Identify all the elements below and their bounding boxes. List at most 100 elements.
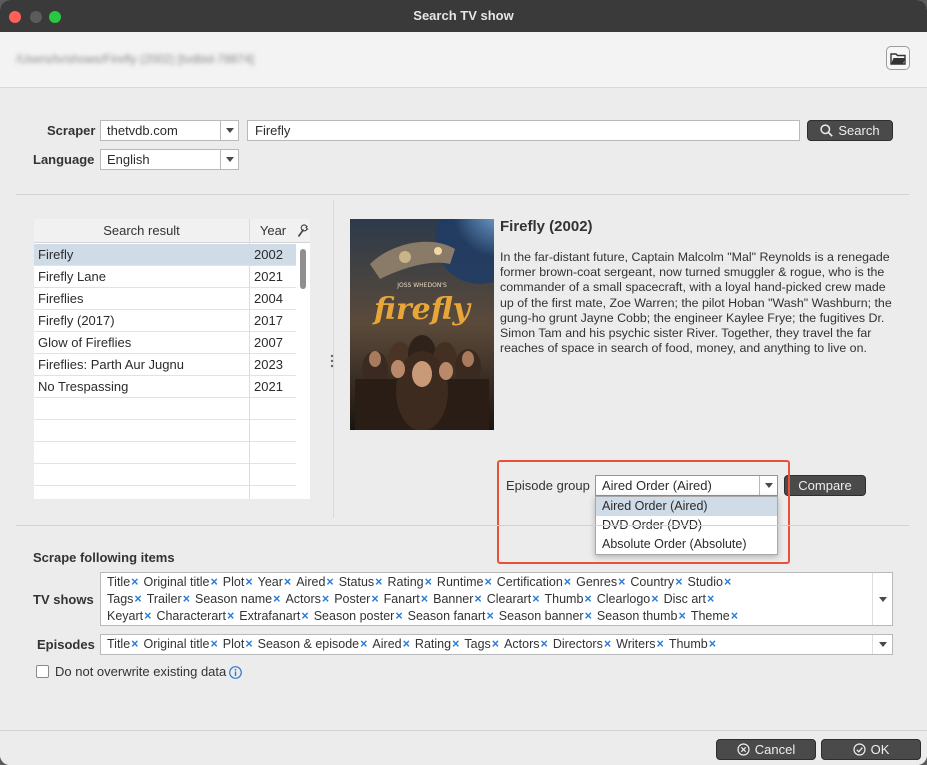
remove-tag-icon[interactable]: × [731,609,738,623]
result-year: 2021 [254,379,283,394]
remove-tag-icon[interactable]: × [322,592,329,606]
tag-label: Disc art [663,592,706,606]
tag-label: Extrafanart [239,609,301,623]
remove-tag-icon[interactable]: × [707,592,714,606]
remove-tag-icon[interactable]: × [134,592,141,606]
remove-tag-icon[interactable]: × [584,592,591,606]
result-name: No Trespassing [38,379,129,394]
remove-tag-icon[interactable]: × [604,637,611,651]
remove-tag-icon[interactable]: × [452,637,459,651]
remove-tag-icon[interactable]: × [395,609,402,623]
tag-label: Certification [496,575,563,589]
result-row[interactable]: Fireflies 2004 [34,288,296,310]
tag-label: Clearart [486,592,532,606]
split-handle[interactable] [330,354,334,368]
remove-tag-icon[interactable]: × [371,592,378,606]
divider [16,194,909,195]
tag-label: Season & episode [257,637,360,651]
remove-tag-icon[interactable]: × [183,592,190,606]
close-window-button[interactable] [9,11,21,23]
empty-row [34,442,296,464]
scrollbar-thumb[interactable] [300,249,306,289]
remove-tag-icon[interactable]: × [131,575,138,589]
result-row[interactable]: Fireflies: Parth Aur Jugnu 2023 [34,354,296,376]
scrape-item-tag: Tags× [107,592,142,606]
empty-row [34,420,296,442]
remove-tag-icon[interactable]: × [210,575,217,589]
remove-tag-icon[interactable]: × [651,592,658,606]
tag-label: Title [107,575,131,589]
compare-button-label: Compare [798,478,852,493]
remove-tag-icon[interactable]: × [724,575,731,589]
tag-line: Keyart× Characterart× Extrafanart× Season p… [107,608,870,625]
result-row[interactable]: No Trespassing 2021 [34,376,296,398]
remove-tag-icon[interactable]: × [326,575,333,589]
tag-label: Plot [222,637,245,651]
remove-tag-icon[interactable]: × [564,575,571,589]
search-button[interactable]: Search [807,120,893,141]
remove-tag-icon[interactable]: × [486,609,493,623]
remove-tag-icon[interactable]: × [709,637,716,651]
result-row[interactable]: Glow of Fireflies 2007 [34,332,296,354]
remove-tag-icon[interactable]: × [679,609,686,623]
scrape-item-tag: Fanart× [384,592,428,606]
language-select[interactable]: English [100,149,239,170]
remove-tag-icon[interactable]: × [657,637,664,651]
remove-tag-icon[interactable]: × [425,575,432,589]
overwrite-checkbox[interactable] [36,665,49,678]
scraper-select[interactable]: thetvdb.com [100,120,239,141]
search-input[interactable]: Firefly [247,120,800,141]
remove-tag-icon[interactable]: × [273,592,280,606]
column-header-year[interactable]: Year [250,219,296,243]
check-icon [852,743,866,756]
remove-tag-icon[interactable]: × [227,609,234,623]
minimize-window-button[interactable] [30,11,42,23]
remove-tag-icon[interactable]: × [210,637,217,651]
remove-tag-icon[interactable]: × [144,609,151,623]
maximize-window-button[interactable] [49,11,61,23]
scrape-item-tag: Aired× [296,575,334,589]
remove-tag-icon[interactable]: × [421,592,428,606]
result-row[interactable]: Firefly Lane 2021 [34,266,296,288]
remove-tag-icon[interactable]: × [131,637,138,651]
scrape-item-tag: Studio× [688,575,732,589]
chevron-down-icon [220,121,238,140]
ok-button[interactable]: OK [821,739,921,760]
remove-tag-icon[interactable]: × [675,575,682,589]
scrape-item-tag: Runtime× [437,575,492,589]
scrape-item-tag: Actors× [285,592,329,606]
remove-tag-icon[interactable]: × [375,575,382,589]
empty-row [34,464,296,486]
result-name: Firefly (2017) [38,313,115,328]
remove-tag-icon[interactable]: × [245,575,252,589]
column-settings-button[interactable] [296,219,310,243]
scrape-item-tag: Characterart× [156,609,234,623]
remove-tag-icon[interactable]: × [360,637,367,651]
result-row[interactable]: Firefly 2002 [34,244,296,266]
info-icon[interactable] [229,666,242,679]
remove-tag-icon[interactable]: × [301,609,308,623]
remove-tag-icon[interactable]: × [484,575,491,589]
cancel-button[interactable]: Cancel [716,739,816,760]
compare-button[interactable]: Compare [784,475,866,496]
chevron-down-icon[interactable] [872,635,892,654]
open-folder-button[interactable] [886,46,910,70]
remove-tag-icon[interactable]: × [474,592,481,606]
remove-tag-icon[interactable]: × [284,575,291,589]
remove-tag-icon[interactable]: × [403,637,410,651]
column-header-result[interactable]: Search result [34,219,249,243]
remove-tag-icon[interactable]: × [541,637,548,651]
tag-label: Trailer [146,592,182,606]
tag-label: Season thumb [596,609,678,623]
remove-tag-icon[interactable]: × [492,637,499,651]
chevron-down-icon[interactable] [872,573,892,625]
remove-tag-icon[interactable]: × [532,592,539,606]
remove-tag-icon[interactable]: × [618,575,625,589]
remove-tag-icon[interactable]: × [245,637,252,651]
episodes-items[interactable]: Title× Original title× Plot× Season & episo… [100,634,893,655]
result-row[interactable]: Firefly (2017) 2017 [34,310,296,332]
tv-shows-items[interactable]: Title× Original title× Plot× Year× Aired× Sta… [100,572,893,626]
scrape-item-tag: Clearlogo× [597,592,659,606]
tag-label: Original title [143,575,210,589]
remove-tag-icon[interactable]: × [585,609,592,623]
